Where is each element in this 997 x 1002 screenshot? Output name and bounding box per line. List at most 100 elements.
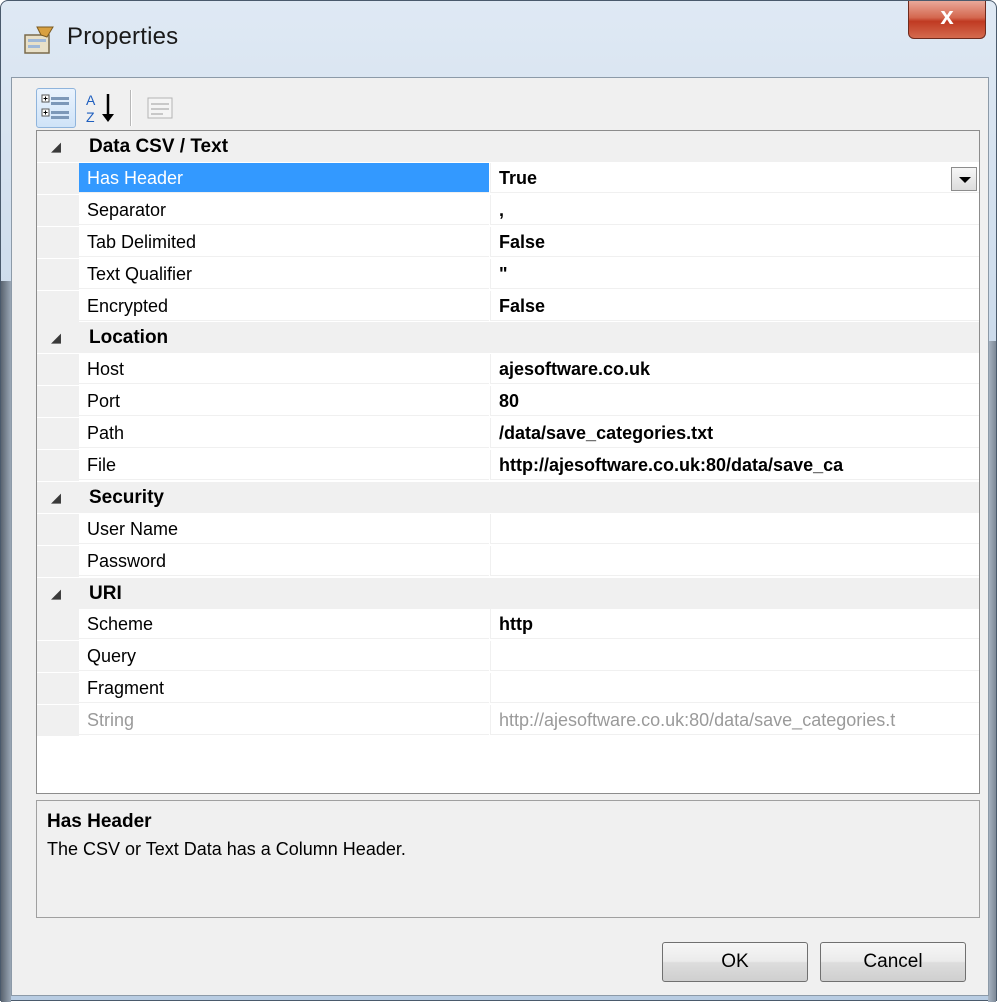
category-row[interactable]: ◢ Security [37,482,979,513]
property-value[interactable]: True [490,163,979,193]
property-pages-button[interactable] [140,88,180,128]
property-name[interactable]: Tab Delimited [79,227,489,257]
property-name[interactable]: Path [79,418,489,448]
properties-window: Properties x A Z ◢ Data CSV / Text Has H… [0,0,997,1002]
sort-az-icon: A Z [86,92,114,125]
property-value[interactable]: " [490,259,979,289]
property-row[interactable]: Password [37,546,979,577]
row-margin [37,609,79,640]
description-panel: Has Header The CSV or Text Data has a Co… [36,800,980,918]
property-name[interactable]: Password [79,546,489,576]
property-name[interactable]: Encrypted [79,291,489,321]
property-row[interactable]: Tab Delimited False [37,227,979,258]
property-name[interactable]: User Name [79,514,489,544]
property-name[interactable]: Host [79,354,489,384]
property-row[interactable]: Host ajesoftware.co.uk [37,354,979,385]
property-value[interactable] [490,514,979,544]
categorized-button[interactable] [36,88,76,128]
category-row[interactable]: ◢ Location [37,322,979,353]
row-margin [37,195,79,226]
row-margin [37,705,79,736]
toolbar-separator [130,90,132,126]
row-margin [37,259,79,290]
property-pages-icon [147,97,173,119]
close-button[interactable]: x [908,1,986,39]
dropdown-arrow-button[interactable] [951,167,977,191]
property-name[interactable]: Text Qualifier [79,259,489,289]
property-value-text: ajesoftware.co.uk [499,359,651,379]
property-row[interactable]: Encrypted False [37,291,979,322]
property-value[interactable]: False [490,227,979,257]
property-row[interactable]: Scheme http [37,609,979,640]
category-row[interactable]: ◢ Data CSV / Text [37,131,979,162]
property-value[interactable]: False [490,291,979,321]
row-margin [37,514,79,545]
close-icon: x [940,3,954,30]
collapse-arrow-icon[interactable]: ◢ [51,131,75,162]
property-value[interactable]: 80 [490,386,979,416]
property-name[interactable]: Scheme [79,609,489,639]
property-row[interactable]: Port 80 [37,386,979,417]
property-name[interactable]: Port [79,386,489,416]
category-row[interactable]: ◢ URI [37,578,979,609]
row-margin [37,450,79,481]
row-margin [37,291,79,322]
property-value-text: False [499,296,546,316]
collapse-arrow-icon[interactable]: ◢ [51,482,75,513]
property-row[interactable]: File http://ajesoftware.co.uk:80/data/sav… [37,450,979,481]
property-row[interactable]: User Name [37,514,979,545]
collapse-arrow-icon[interactable]: ◢ [51,322,75,353]
svg-text:A: A [86,92,96,108]
property-name[interactable]: Separator [79,195,489,225]
property-value[interactable]: http://ajesoftware.co.uk:80/data/save_ca [490,450,979,480]
property-name[interactable]: Fragment [79,673,489,703]
property-row[interactable]: Path/data/save_categories.txt [37,418,979,449]
property-value-text: False [499,232,546,252]
property-name[interactable]: String [79,705,489,735]
property-row[interactable]: Separator, [37,195,979,226]
property-value-text: http://ajesoftware.co.uk:80/data/save_ca [499,455,844,475]
property-row[interactable]: Query [37,641,979,672]
description-text: The CSV or Text Data has a Column Header… [47,839,406,859]
property-value-text: True [499,168,538,188]
window-border-right [988,341,996,1002]
property-value[interactable]: /data/save_categories.txt [490,418,979,448]
property-value[interactable] [490,641,979,671]
property-value[interactable] [490,673,979,703]
property-value-text: http [499,614,533,634]
category-title: URI [89,583,122,604]
row-margin [37,386,79,417]
category-title: Data CSV / Text [89,136,229,157]
property-name[interactable]: File [79,450,489,480]
ok-button[interactable]: OK [662,942,808,982]
property-row[interactable]: Text Qualifier " [37,259,979,290]
row-margin [37,227,79,258]
property-value[interactable] [490,546,979,576]
row-margin [37,163,79,194]
title-bar[interactable]: Properties x [1,1,997,77]
cancel-button[interactable]: Cancel [820,942,966,982]
property-row[interactable]: Fragment [37,673,979,704]
window-title: Properties [67,23,179,50]
collapse-arrow-icon[interactable]: ◢ [51,578,75,609]
alphabetical-button[interactable]: A Z [82,88,122,128]
property-row[interactable]: String http://ajesoftware.co.uk:80/data/s… [37,705,979,736]
property-value-text: 80 [499,391,520,411]
property-value[interactable]: http [490,609,979,639]
row-margin [37,418,79,449]
dialog-client-area: A Z ◢ Data CSV / Text Has Header True Separa… [11,77,989,996]
property-value[interactable]: ajesoftware.co.uk [490,354,979,384]
row-margin [37,673,79,704]
property-value-text: " [499,264,508,284]
property-name[interactable]: Query [79,641,489,671]
property-grid[interactable]: ◢ Data CSV / Text Has Header True Separator,… [36,130,980,794]
window-border-left [1,281,11,1002]
property-name[interactable]: Has Header [79,163,489,193]
property-value[interactable]: , [490,195,979,225]
row-margin [37,641,79,672]
description-title: Has Header [47,811,152,832]
row-margin [37,546,79,577]
property-row[interactable]: Has Header True [37,163,979,194]
category-title: Security [89,487,164,508]
property-value-text: http://ajesoftware.co.uk:80/data/save_ca… [499,710,896,730]
